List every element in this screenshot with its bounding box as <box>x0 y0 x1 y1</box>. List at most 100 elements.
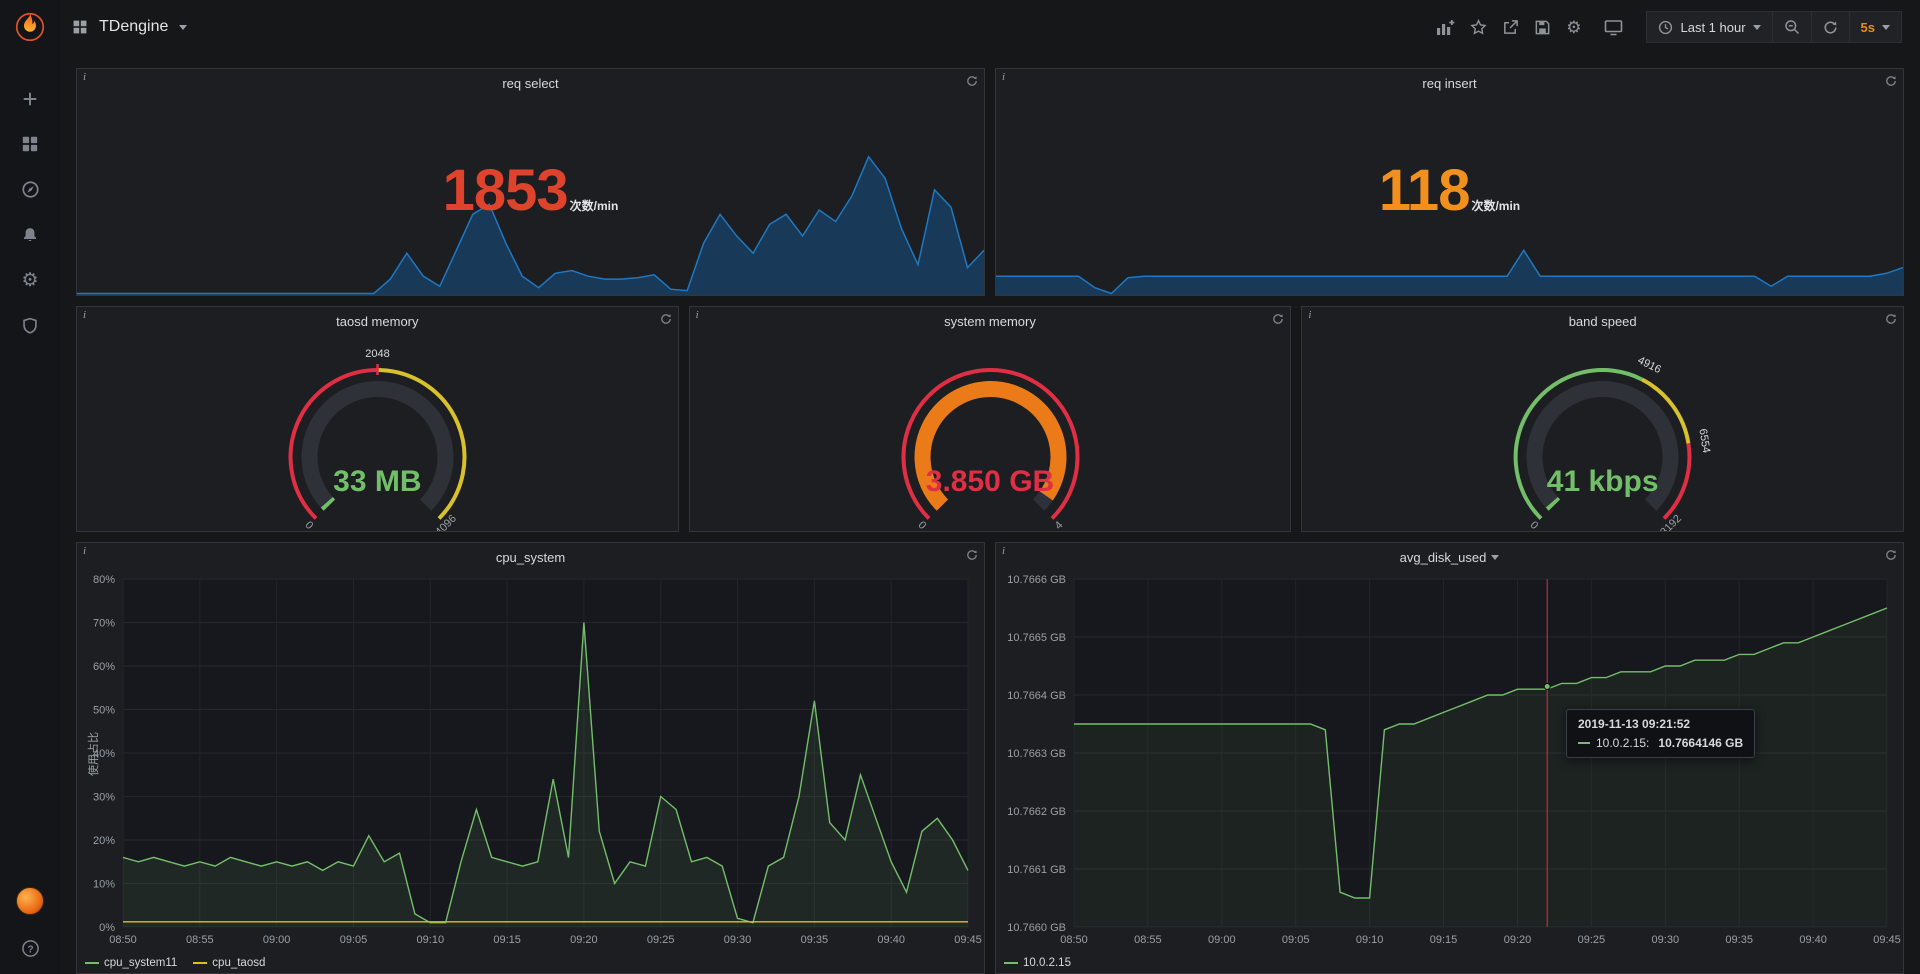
legend-label: 10.0.2.15 <box>1023 957 1071 969</box>
dashboards-grid-icon <box>21 135 39 153</box>
grafana-app: ⚙ ? <box>0 0 1920 974</box>
panel-title-text: req select <box>502 76 558 91</box>
band-speed-gauge[interactable]: 0491665548192 <box>1302 335 1903 531</box>
legend-item-cpu-taosd[interactable]: cpu_taosd <box>193 957 265 969</box>
zoom-out-button[interactable] <box>1773 11 1812 43</box>
sidebar-configuration-button[interactable]: ⚙ <box>21 271 38 290</box>
refresh-button[interactable] <box>1812 11 1850 43</box>
svg-text:20%: 20% <box>93 835 115 847</box>
system-memory-body: 04 3.850 GB <box>690 335 1291 531</box>
svg-text:10%: 10% <box>93 879 115 891</box>
panel-refresh-icon[interactable] <box>1272 313 1284 325</box>
refresh-interval-label: 5s <box>1861 20 1875 35</box>
panel-refresh-icon[interactable] <box>1885 313 1897 325</box>
req-insert-value-group: 118 次数/min <box>996 162 1903 220</box>
panel-title-text: taosd memory <box>336 314 418 329</box>
add-panel-button[interactable] <box>1436 19 1455 36</box>
svg-text:60%: 60% <box>93 661 115 673</box>
svg-text:10.7665 GB: 10.7665 GB <box>1007 632 1066 644</box>
cpu-legend: cpu_system11 cpu_taosd <box>85 957 265 969</box>
svg-text:09:30: 09:30 <box>1652 934 1680 946</box>
dashboard-title-group[interactable]: TDengine <box>72 18 187 36</box>
svg-text:0%: 0% <box>99 922 115 934</box>
zoom-out-icon <box>1784 19 1800 35</box>
row-gauges: i taosd memory 020484096 33 MB i <box>76 306 1904 532</box>
panel-title-taosd-memory[interactable]: taosd memory <box>77 307 678 335</box>
taosd-memory-gauge[interactable]: 020484096 <box>77 335 678 531</box>
legend-item-cpu-system11[interactable]: cpu_system11 <box>85 957 177 969</box>
monitor-icon <box>1604 19 1623 36</box>
panel-title-band-speed[interactable]: band speed <box>1302 307 1903 335</box>
dashboard-settings-button[interactable]: ⚙ <box>1566 19 1581 36</box>
panel-info-icon[interactable]: i <box>1308 309 1311 321</box>
star-dashboard-button[interactable] <box>1470 19 1487 36</box>
svg-text:4096: 4096 <box>433 513 459 531</box>
svg-text:08:50: 08:50 <box>109 934 137 946</box>
panel-info-icon[interactable]: i <box>1002 545 1005 557</box>
panel-refresh-icon[interactable] <box>1885 549 1897 561</box>
navbar: TDengine <box>60 0 1920 54</box>
panel-refresh-icon[interactable] <box>966 75 978 87</box>
taosd-memory-body: 020484096 33 MB <box>77 335 678 531</box>
sidebar: ⚙ ? <box>0 0 60 974</box>
panel-menu-caret-icon <box>1491 555 1499 560</box>
add-panel-icon <box>1436 19 1455 36</box>
graph-tooltip: 2019-11-13 09:21:52 10.0.2.15: 10.766414… <box>1566 709 1755 758</box>
sidebar-explore-button[interactable] <box>21 180 40 199</box>
tooltip-timestamp: 2019-11-13 09:21:52 <box>1578 717 1743 731</box>
tooltip-color-mark <box>1578 742 1590 744</box>
share-dashboard-button[interactable] <box>1502 19 1519 36</box>
user-avatar[interactable] <box>16 887 44 915</box>
panel-title-req-insert[interactable]: req insert <box>996 69 1903 97</box>
svg-text:6554: 6554 <box>1697 428 1713 454</box>
panel-info-icon[interactable]: i <box>83 309 86 321</box>
system-memory-gauge[interactable]: 04 <box>690 335 1291 531</box>
panel-info-icon[interactable]: i <box>83 545 86 557</box>
svg-text:09:25: 09:25 <box>647 934 675 946</box>
svg-text:09:45: 09:45 <box>1873 934 1901 946</box>
panel-info-icon[interactable]: i <box>1002 71 1005 83</box>
svg-text:10.7664 GB: 10.7664 GB <box>1007 690 1066 702</box>
legend-color-mark <box>85 962 99 964</box>
panel-title-system-memory[interactable]: system memory <box>690 307 1291 335</box>
tooltip-value: 10.7664146 GB <box>1658 736 1743 750</box>
svg-text:09:20: 09:20 <box>1504 934 1532 946</box>
panel-info-icon[interactable]: i <box>696 309 699 321</box>
svg-text:0: 0 <box>1528 519 1541 531</box>
panel-info-icon[interactable]: i <box>83 71 86 83</box>
panel-refresh-icon[interactable] <box>660 313 672 325</box>
req-insert-unit: 次数/min <box>1471 197 1520 214</box>
sidebar-bottom: ? <box>16 887 44 958</box>
panel-title-avg-disk-used[interactable]: avg_disk_used <box>996 543 1903 571</box>
chevron-down-icon <box>1882 25 1890 30</box>
panel-taosd-memory: i taosd memory 020484096 33 MB <box>76 306 679 532</box>
save-dashboard-button[interactable] <box>1534 19 1551 36</box>
panel-title-text: system memory <box>944 314 1036 329</box>
panel-refresh-icon[interactable] <box>966 549 978 561</box>
panel-title-req-select[interactable]: req select <box>77 69 984 97</box>
sidebar-dashboards-button[interactable] <box>21 135 39 153</box>
help-icon: ? <box>21 939 40 958</box>
svg-text:09:20: 09:20 <box>570 934 598 946</box>
panel-title-cpu-system[interactable]: cpu_system <box>77 543 984 571</box>
grafana-logo[interactable] <box>0 0 60 54</box>
shield-icon <box>21 317 39 335</box>
panel-refresh-icon[interactable] <box>1885 75 1897 87</box>
svg-text:4: 4 <box>1052 519 1065 531</box>
svg-text:09:05: 09:05 <box>340 934 368 946</box>
chevron-down-icon <box>179 25 187 30</box>
sidebar-alerting-button[interactable] <box>21 226 39 244</box>
sidebar-create-button[interactable] <box>21 90 39 108</box>
time-range-picker[interactable]: Last 1 hour <box>1646 11 1772 43</box>
row-graphs: i cpu_system 0%10%20%30%40%50%60%70%80%0… <box>76 542 1904 974</box>
refresh-interval-picker[interactable]: 5s <box>1850 11 1902 43</box>
band-speed-body: 0491665548192 41 kbps <box>1302 335 1903 531</box>
avg-disk-used-chart[interactable]: 10.7660 GB10.7661 GB10.7662 GB10.7663 GB… <box>996 571 1903 951</box>
cpu-system-chart[interactable]: 0%10%20%30%40%50%60%70%80%08:5008:5509:0… <box>77 571 984 951</box>
legend-item-10-0-2-15[interactable]: 10.0.2.15 <box>1004 957 1071 969</box>
svg-text:08:55: 08:55 <box>186 934 214 946</box>
cycle-view-button[interactable] <box>1604 19 1623 36</box>
help-button[interactable]: ? <box>21 939 40 958</box>
sidebar-server-admin-button[interactable] <box>21 317 39 335</box>
time-range-label: Last 1 hour <box>1680 20 1745 35</box>
